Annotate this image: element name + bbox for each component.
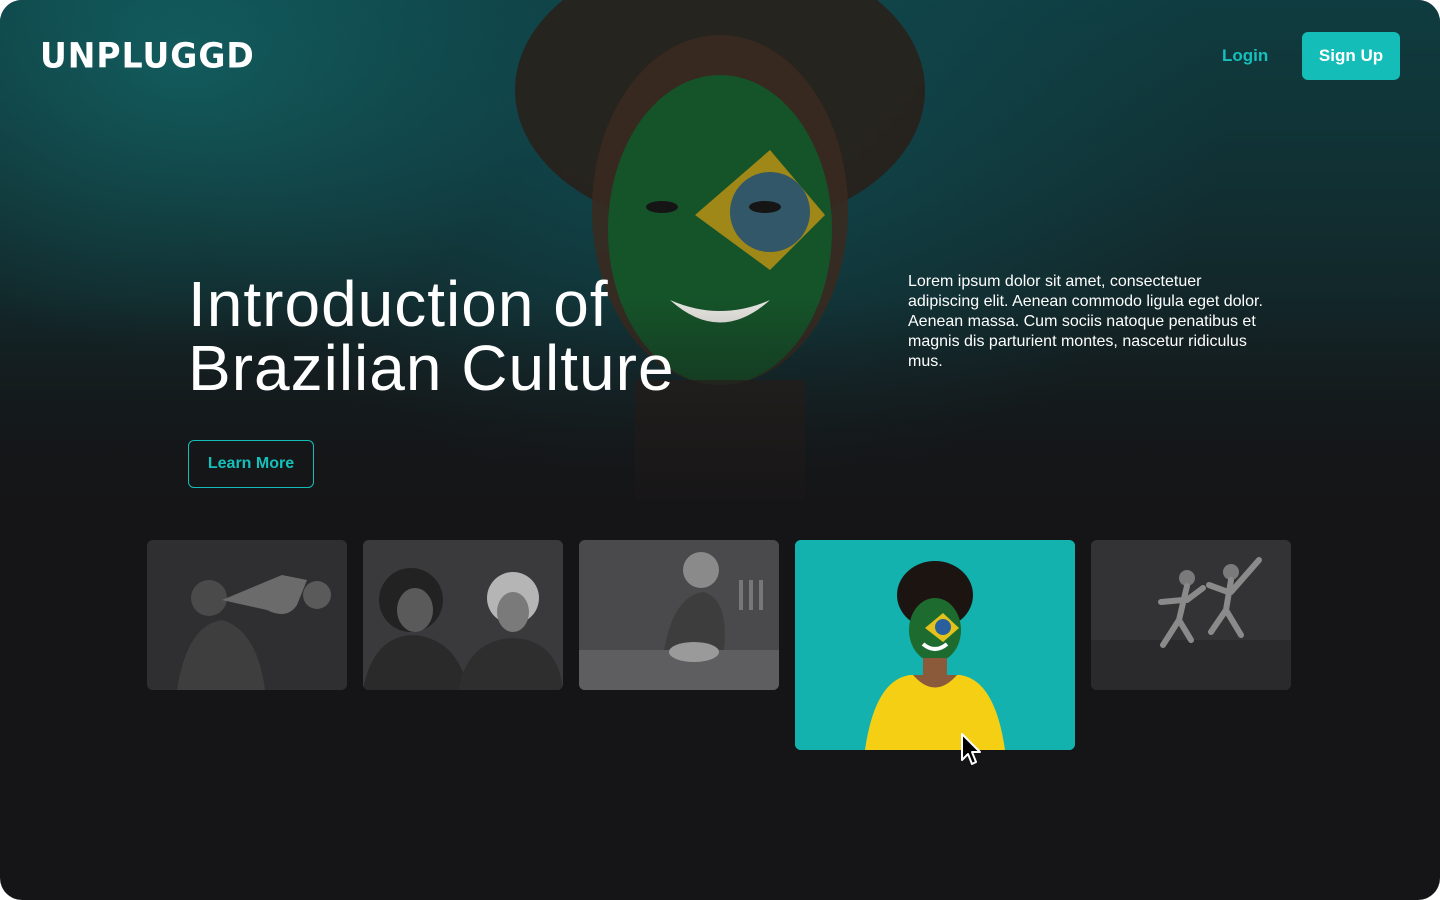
login-link[interactable]: Login [1222,46,1268,66]
saxophone-player-image [147,540,347,690]
hero-title-line-1: Introduction of [188,268,609,340]
brazil-face-paint-image [795,540,1075,750]
hero-description: Lorem ipsum dolor sit amet, consectetuer… [908,273,1263,370]
landing-page: UNPLUGGD Login Sign Up Introduction of B… [0,0,1440,900]
gallery-card-cooking[interactable] [579,540,779,690]
dancers-image [1091,540,1291,690]
women-illustration-image [363,540,563,690]
hero-title: Introduction of Brazilian Culture [188,272,675,400]
sign-up-button[interactable]: Sign Up [1302,32,1400,80]
brand-logo[interactable]: UNPLUGGD [40,35,255,76]
hero-title-line-2: Brazilian Culture [188,332,675,404]
gallery-card-saxophone[interactable] [147,540,347,690]
cooking-woman-image [579,540,779,690]
gallery-card-women[interactable] [363,540,563,690]
mouse-pointer-icon [961,733,981,765]
gallery-card-brazil-selected[interactable] [795,540,1075,750]
learn-more-button[interactable]: Learn More [188,440,314,488]
gallery-card-dancers[interactable] [1091,540,1291,690]
